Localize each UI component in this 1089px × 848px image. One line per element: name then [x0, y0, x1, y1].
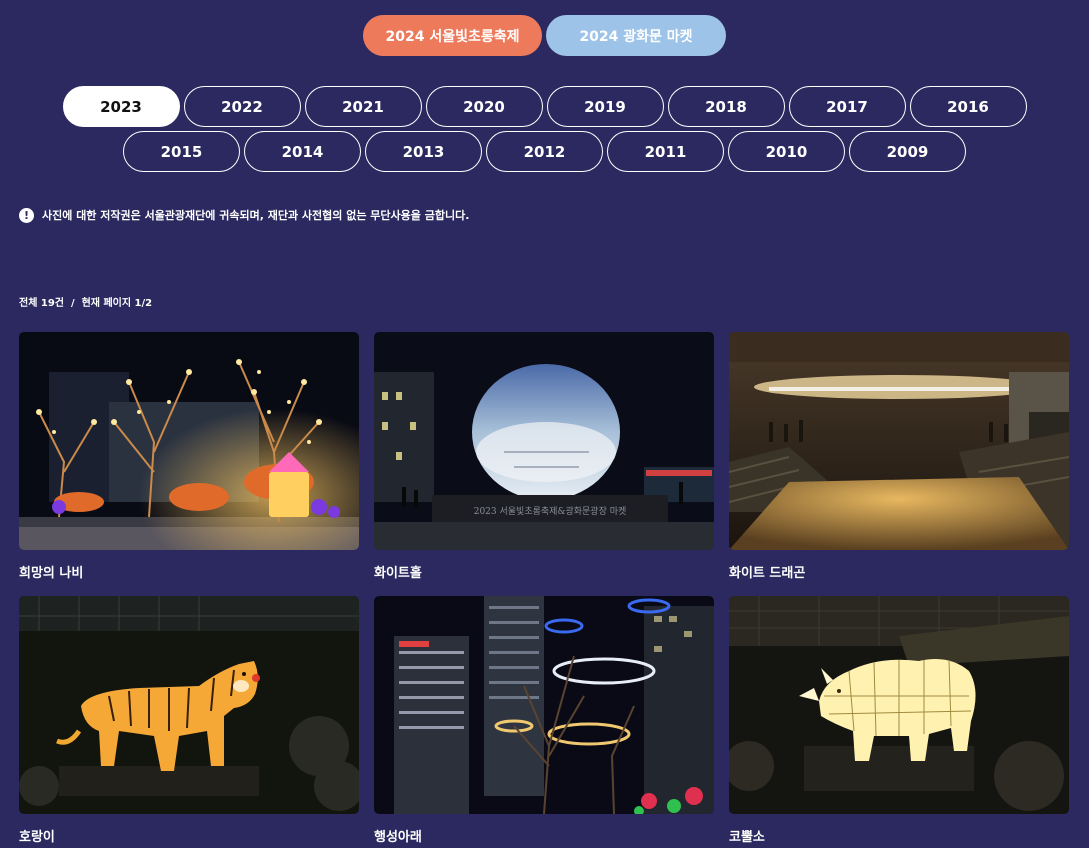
photo-gallery: 희망의 나비 2023 서울빛초롱축제&광화문광장 마켓 화이트홀 화이트 드래… — [19, 332, 1070, 845]
gallery-title[interactable]: 호랑이 — [19, 826, 359, 845]
year-button-2016[interactable]: 2016 — [909, 86, 1027, 127]
gallery-title[interactable]: 희망의 나비 — [19, 562, 359, 581]
year-filter: 2023 2022 2021 2020 2019 2018 2017 2016 … — [0, 86, 1089, 172]
stream-light-canopy-photo[interactable] — [729, 332, 1069, 550]
year-button-2012[interactable]: 2012 — [486, 131, 603, 172]
year-button-2017[interactable]: 2017 — [788, 86, 906, 127]
dome-sign-text: 2023 서울빛초롱축제&광화문광장 마켓 — [474, 505, 627, 517]
copyright-notice: ! 사진에 대한 저작권은 서울관광재단에 귀속되며, 재단과 사전협의 없는 … — [19, 207, 469, 223]
exclamation-icon: ! — [19, 207, 34, 223]
planet-rings-photo[interactable] — [374, 596, 714, 814]
year-button-2011[interactable]: 2011 — [607, 131, 724, 172]
gallery-card[interactable]: 행성아래 — [374, 596, 714, 845]
year-row-1: 2023 2022 2021 2020 2019 2018 2017 2016 — [62, 86, 1027, 127]
gallery-title[interactable]: 화이트 드래곤 — [729, 562, 1069, 581]
notice-text: 사진에 대한 저작권은 서울관광재단에 귀속되며, 재단과 사전협의 없는 무단… — [42, 209, 470, 222]
rhino-lantern-photo[interactable] — [729, 596, 1069, 814]
year-button-2015[interactable]: 2015 — [123, 131, 240, 172]
year-button-2023[interactable]: 2023 — [62, 86, 180, 127]
whitehole-dome-photo[interactable]: 2023 서울빛초롱축제&광화문광장 마켓 — [374, 332, 714, 550]
year-row-2: 2015 2014 2013 2012 2011 2010 2009 — [123, 131, 966, 172]
year-button-2013[interactable]: 2013 — [365, 131, 482, 172]
gallery-title[interactable]: 행성아래 — [374, 826, 714, 845]
year-button-2019[interactable]: 2019 — [546, 86, 664, 127]
gallery-card[interactable]: 코뿔소 — [729, 596, 1069, 845]
gallery-title[interactable]: 코뿔소 — [729, 826, 1069, 845]
year-button-2020[interactable]: 2020 — [425, 86, 543, 127]
year-button-2021[interactable]: 2021 — [304, 86, 422, 127]
gallery-title[interactable]: 화이트홀 — [374, 562, 714, 581]
year-button-2009[interactable]: 2009 — [849, 131, 966, 172]
year-button-2018[interactable]: 2018 — [667, 86, 785, 127]
year-button-2014[interactable]: 2014 — [244, 131, 361, 172]
festival-tabs: 2024 서울빛초롱축제 2024 광화문 마켓 — [0, 15, 1089, 56]
gallery-card[interactable]: 화이트 드래곤 — [729, 332, 1069, 581]
year-button-2022[interactable]: 2022 — [183, 86, 301, 127]
gallery-card[interactable]: 희망의 나비 — [19, 332, 359, 581]
tab-light-festival[interactable]: 2024 서울빛초롱축제 — [363, 15, 542, 56]
tiger-lantern-photo[interactable] — [19, 596, 359, 814]
gallery-card[interactable]: 호랑이 — [19, 596, 359, 845]
tab-gwanghwamun-market[interactable]: 2024 광화문 마켓 — [546, 15, 726, 56]
year-button-2010[interactable]: 2010 — [728, 131, 845, 172]
result-count: 전체 19건 / 현재 페이지 1/2 — [19, 298, 153, 309]
gallery-card[interactable]: 2023 서울빛초롱축제&광화문광장 마켓 화이트홀 — [374, 332, 714, 581]
butterfly-lanterns-photo[interactable] — [19, 332, 359, 550]
